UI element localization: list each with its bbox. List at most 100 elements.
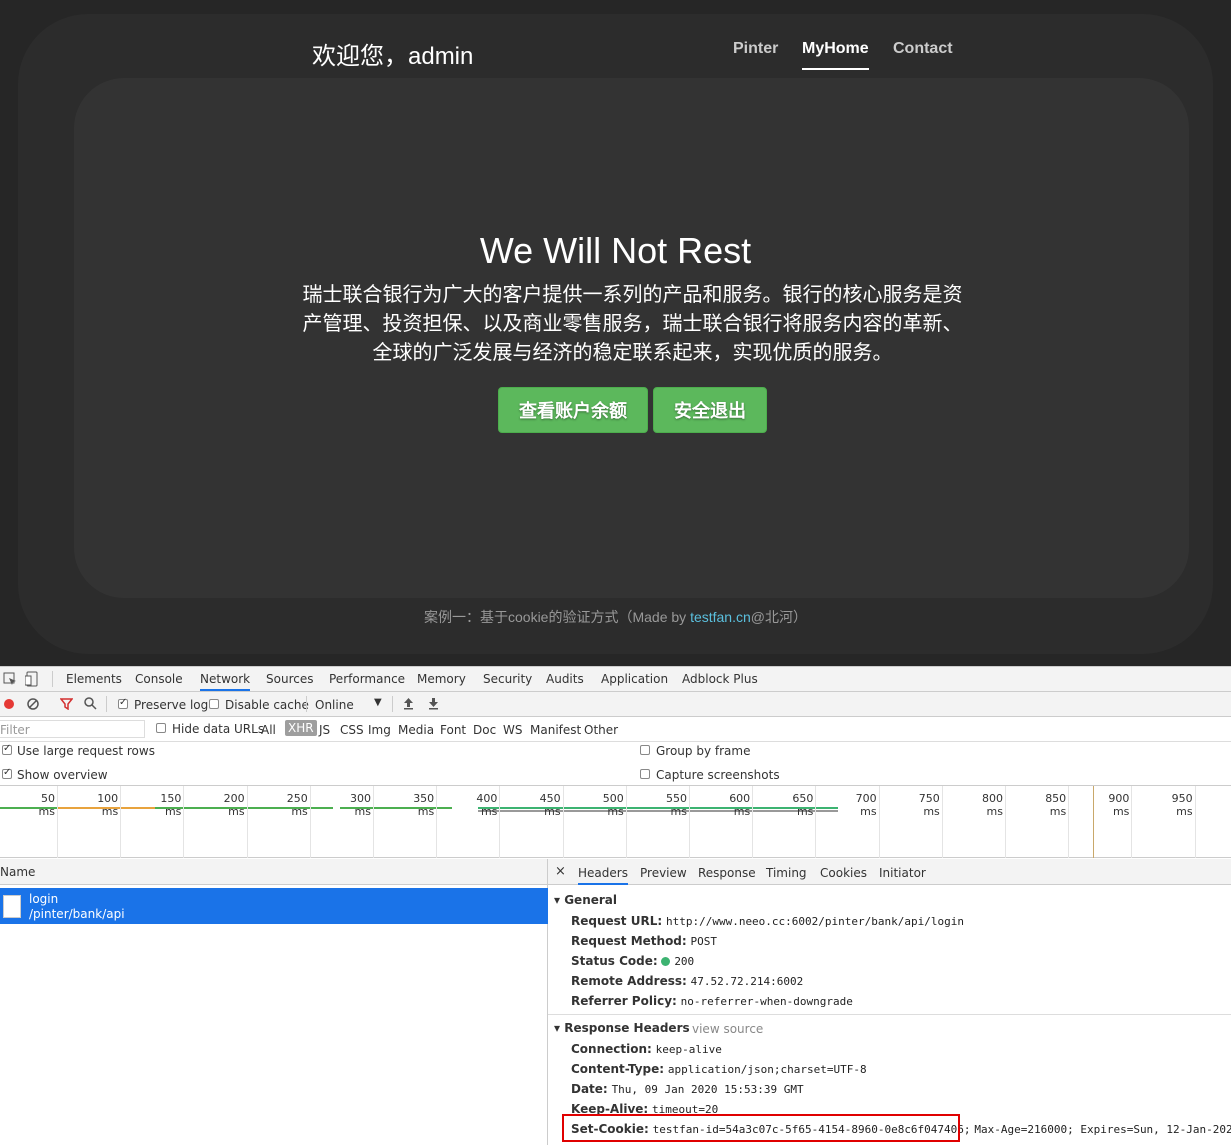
show-overview-label: Show overview	[17, 768, 108, 782]
tab-performance[interactable]: Performance	[329, 672, 405, 686]
filter-type-css[interactable]: CSS	[340, 723, 364, 737]
tab-cookies[interactable]: Cookies	[820, 866, 867, 880]
overview-marker	[1093, 786, 1094, 858]
show-overview-checkbox[interactable]	[2, 767, 12, 779]
referrer-policy-row: Referrer Policy: no-referrer-when-downgr…	[571, 994, 853, 1008]
timeline-gridline	[436, 786, 438, 858]
tab-adblock-plus[interactable]: Adblock Plus	[682, 672, 758, 686]
request-row-login[interactable]: login /pinter/bank/api	[0, 888, 548, 924]
timeline-tick-label: 650 ms	[792, 792, 814, 818]
timeline-gridline	[941, 786, 943, 858]
tab-network[interactable]: Network	[200, 672, 251, 691]
filter-type-img[interactable]: Img	[368, 723, 391, 737]
large-rows-label: Use large request rows	[17, 744, 155, 758]
web-page: 欢迎您，admin Pinter MyHome Contact We Will …	[0, 0, 1231, 666]
filter-type-manifest[interactable]: Manifest	[530, 723, 581, 737]
filter-type-other[interactable]: Other	[584, 723, 618, 737]
tab-security[interactable]: Security	[483, 672, 532, 686]
devtools-panel: Elements Console Network Sources Perform…	[0, 666, 1231, 1145]
large-rows-checkbox[interactable]	[2, 743, 12, 755]
network-options: Use large request rows Show overview Gro…	[0, 742, 1231, 786]
timeline-gridline	[562, 786, 564, 858]
filter-type-ws[interactable]: WS	[503, 723, 522, 737]
capture-screenshots-checkbox[interactable]	[640, 769, 650, 779]
devtools-tabbar: Elements Console Network Sources Perform…	[0, 667, 1231, 692]
filter-type-xhr[interactable]: XHR	[285, 720, 317, 736]
tab-initiator[interactable]: Initiator	[879, 866, 926, 880]
filter-type-media[interactable]: Media	[398, 723, 434, 737]
tab-console[interactable]: Console	[135, 672, 183, 686]
timeline-tick-label: 200 ms	[223, 792, 245, 818]
clear-icon[interactable]	[27, 698, 39, 710]
tab-headers[interactable]: Headers	[578, 866, 628, 885]
set-cookie-highlight-box	[562, 1114, 960, 1142]
timeline-tick-label: 150 ms	[160, 792, 182, 818]
filter-type-font[interactable]: Font	[440, 723, 466, 737]
disable-cache-label: Disable cache	[225, 698, 309, 712]
export-har-icon[interactable]	[428, 697, 439, 710]
document-icon	[3, 895, 21, 918]
filter-type-all[interactable]: All	[261, 723, 276, 737]
preserve-log-label: Preserve log	[134, 698, 209, 712]
timeline-tick-label: 250 ms	[286, 792, 308, 818]
timeline-tick-label: 550 ms	[666, 792, 687, 818]
tab-preview[interactable]: Preview	[640, 866, 687, 880]
throttle-select[interactable]: Online	[315, 698, 354, 712]
timeline-gridline	[309, 786, 311, 858]
timeline-gridline	[878, 786, 880, 858]
timeline-tick-label: 700 ms	[855, 792, 877, 818]
inspect-icon[interactable]	[3, 672, 17, 686]
preserve-log-checkbox[interactable]	[118, 697, 128, 709]
nav-myhome[interactable]: MyHome	[802, 40, 869, 70]
timeline-tick-label: 450 ms	[539, 792, 561, 818]
name-column-header[interactable]: Name	[0, 859, 548, 885]
record-icon[interactable]	[3, 698, 15, 710]
timeline-gridline	[1005, 786, 1006, 858]
logout-button[interactable]: 安全退出	[653, 387, 767, 433]
tab-elements[interactable]: Elements	[66, 672, 122, 686]
headers-panel: ▾ General Request URL: http://www.neeo.c…	[548, 885, 1231, 1145]
tab-response[interactable]: Response	[698, 866, 756, 880]
request-method-row: Request Method: POST	[571, 934, 718, 948]
group-by-frame-checkbox[interactable]	[640, 745, 650, 755]
search-icon[interactable]	[84, 697, 97, 710]
view-balance-button[interactable]: 查看账户余额	[498, 387, 648, 433]
filter-icon[interactable]	[60, 698, 73, 710]
network-toolbar: Preserve log Disable cache Online ▼	[0, 692, 1231, 717]
close-icon[interactable]: ×	[555, 864, 566, 879]
timeline-gridline	[1194, 786, 1196, 858]
request-detail-tabs: × Headers Preview Response Timing Cookie…	[548, 859, 1231, 885]
timeline-tick-label: 850 ms	[1045, 792, 1067, 818]
footer-link[interactable]: testfan.cn	[690, 609, 751, 625]
hero-text: 瑞士联合银行为广大的客户提供一系列的产品和服务。银行的核心服务是资产管理、投资担…	[302, 284, 963, 364]
timeline-gridline	[689, 786, 690, 858]
remote-address-row: Remote Address: 47.52.72.214:6002	[571, 974, 804, 988]
timeline-gridline	[752, 786, 754, 858]
filter-type-doc[interactable]: Doc	[473, 723, 496, 737]
view-source-link[interactable]: view source	[692, 1022, 763, 1036]
response-headers-section-toggle[interactable]: ▾ Response Headers	[554, 1021, 690, 1035]
tab-application[interactable]: Application	[601, 672, 668, 686]
tab-audits[interactable]: Audits	[546, 672, 584, 686]
request-list	[0, 885, 548, 1145]
timeline-tick-label: 100 ms	[97, 792, 119, 818]
filter-type-js[interactable]: JS	[319, 723, 330, 737]
import-har-icon[interactable]	[403, 697, 414, 710]
network-overview-timeline[interactable]: 50 ms 100 ms 150 ms 200 ms 250 ms 300 ms 350 m…	[0, 786, 1231, 858]
timeline-tick-label: 600 ms	[729, 792, 751, 818]
device-toolbar-icon[interactable]	[25, 671, 39, 687]
general-section-toggle[interactable]: ▾ General	[554, 893, 617, 907]
disable-cache-checkbox[interactable]	[209, 699, 219, 709]
filter-bar: Filter Hide data URLs All XHR JS CSS Img…	[0, 717, 1231, 742]
tab-memory[interactable]: Memory	[417, 672, 466, 686]
tab-sources[interactable]: Sources	[266, 672, 313, 686]
timeline-gridline	[499, 786, 501, 858]
timeline-gridline	[373, 786, 374, 858]
nav-contact[interactable]: Contact	[893, 40, 953, 58]
hero-title: We Will Not Rest	[479, 230, 752, 271]
nav-pinter[interactable]: Pinter	[733, 40, 778, 58]
tab-timing[interactable]: Timing	[766, 866, 807, 880]
timeline-tick-label: 400 ms	[476, 792, 498, 818]
capture-screenshots-label: Capture screenshots	[656, 768, 780, 782]
hide-data-urls-checkbox[interactable]	[156, 723, 166, 733]
